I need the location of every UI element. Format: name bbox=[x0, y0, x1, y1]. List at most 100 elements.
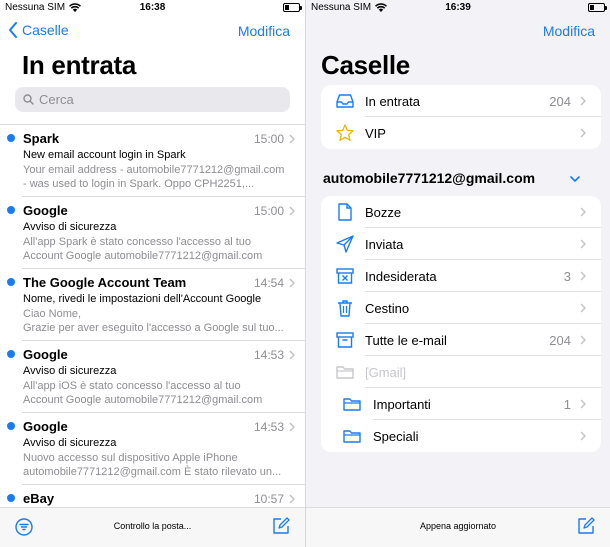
mailbox-label: In entrata bbox=[365, 94, 420, 109]
message-subject: New email account login in Spark bbox=[23, 149, 186, 161]
chevron-right-icon bbox=[580, 271, 586, 281]
bottom-toolbar: Appena aggiornato bbox=[306, 507, 610, 547]
message-preview-line: Account Google automobile7771212@gmail.c… bbox=[23, 250, 263, 262]
mailbox-row-important[interactable]: Importanti 1 bbox=[321, 388, 601, 420]
account-folders-group: Bozze Inviata Indesiderata 3 Cestino Tut… bbox=[321, 196, 601, 452]
mailbox-row-sent[interactable]: Inviata bbox=[321, 228, 601, 260]
search-icon bbox=[23, 94, 34, 105]
trash-icon bbox=[338, 300, 352, 317]
message-preview-line: All'app Spark è stato concesso l'accesso… bbox=[23, 236, 251, 248]
message-time: 14:53 bbox=[253, 420, 284, 434]
chevron-right-icon bbox=[289, 134, 295, 144]
mailbox-row-inbox[interactable]: In entrata 204 bbox=[321, 85, 601, 117]
mailbox-label: Speciali bbox=[373, 429, 419, 444]
search-bar[interactable] bbox=[15, 87, 290, 112]
inbox-icon bbox=[336, 94, 354, 108]
mailbox-row-junk[interactable]: Indesiderata 3 bbox=[321, 260, 601, 292]
unread-dot bbox=[7, 206, 15, 214]
mailbox-row-gmail-group: [Gmail] bbox=[321, 356, 601, 388]
chevron-right-icon bbox=[580, 303, 586, 313]
chevron-down-icon[interactable] bbox=[570, 176, 580, 183]
message-row-google-account-team[interactable]: The Google Account Team 14:54 Nome, rive… bbox=[7, 269, 305, 341]
page-title: Caselle bbox=[321, 50, 410, 80]
compose-icon[interactable] bbox=[577, 517, 595, 535]
message-preview-line: Ciao Nome, bbox=[23, 308, 82, 320]
chevron-left-icon bbox=[9, 22, 17, 38]
message-row-google[interactable]: Google 14:53 Avviso di sicurezza All'app… bbox=[7, 341, 305, 413]
archive-icon bbox=[336, 332, 354, 348]
message-row-google[interactable]: Google 15:00 Avviso di sicurezza All'app… bbox=[7, 197, 305, 269]
chevron-right-icon bbox=[580, 207, 586, 217]
mailbox-count: 3 bbox=[563, 269, 571, 284]
unread-dot bbox=[7, 494, 15, 502]
chevron-right-icon bbox=[289, 206, 295, 216]
mailbox-label: Indesiderata bbox=[365, 269, 437, 284]
favorites-group: In entrata 204 VIP bbox=[321, 85, 601, 149]
message-row-google[interactable]: Google 14:53 Avviso di sicurezza Nuovo a… bbox=[7, 413, 305, 485]
mailboxes-screen: Nessuna SIM 16:39 Modifica Caselle In en… bbox=[305, 0, 610, 547]
back-label: Caselle bbox=[22, 22, 69, 38]
message-time: 15:00 bbox=[253, 132, 284, 146]
message-time: 14:53 bbox=[253, 348, 284, 362]
chevron-right-icon bbox=[580, 399, 586, 409]
message-preview-line: Grazie per aver eseguito l'accesso a Goo… bbox=[23, 322, 284, 334]
unread-dot bbox=[7, 134, 15, 142]
mailbox-label: [Gmail] bbox=[365, 365, 407, 380]
message-list: Spark 15:00 New email account login in S… bbox=[0, 124, 305, 547]
battery-icon bbox=[588, 3, 607, 12]
message-sender: eBay bbox=[23, 491, 55, 506]
message-time: 15:00 bbox=[253, 204, 284, 218]
message-row-spark[interactable]: Spark 15:00 New email account login in S… bbox=[7, 125, 305, 197]
chevron-right-icon bbox=[289, 278, 295, 288]
mailbox-row-trash[interactable]: Cestino bbox=[321, 292, 601, 324]
message-subject: Avviso di sicurezza bbox=[23, 221, 117, 233]
chevron-right-icon bbox=[580, 239, 586, 249]
mailbox-row-all-mail[interactable]: Tutte le e-mail 204 bbox=[321, 324, 601, 356]
message-preview-line: All'app iOS è stato concesso l'accesso a… bbox=[23, 380, 241, 392]
unread-dot bbox=[7, 422, 15, 430]
message-sender: Google bbox=[23, 419, 68, 434]
edit-button[interactable]: Modifica bbox=[543, 23, 595, 39]
chevron-right-icon bbox=[580, 128, 586, 138]
chevron-right-icon bbox=[580, 431, 586, 441]
search-input[interactable] bbox=[39, 92, 269, 107]
battery-icon bbox=[283, 3, 302, 12]
mailbox-row-vip[interactable]: VIP bbox=[321, 117, 601, 149]
mailbox-label: Cestino bbox=[365, 301, 410, 316]
message-preview: Ciao Nome, Grazie per aver eseguito l'ac… bbox=[23, 307, 293, 335]
message-subject: Avviso di sicurezza bbox=[23, 437, 117, 449]
mailbox-row-drafts[interactable]: Bozze bbox=[321, 196, 601, 228]
message-time: 10:57 bbox=[253, 492, 284, 506]
edit-button[interactable]: Modifica bbox=[238, 23, 290, 39]
compose-icon[interactable] bbox=[272, 517, 290, 535]
message-preview: All'app iOS è stato concesso l'accesso a… bbox=[23, 379, 293, 407]
account-header[interactable]: automobile7771212@gmail.com bbox=[323, 170, 598, 186]
message-preview-line: Nuovo accesso sul dispositivo Apple iPho… bbox=[23, 452, 238, 464]
back-to-mailboxes-button[interactable]: Caselle bbox=[8, 22, 69, 38]
message-subject: Avviso di sicurezza bbox=[23, 365, 117, 377]
folder-icon bbox=[336, 366, 354, 379]
junk-icon bbox=[336, 268, 354, 284]
message-sender: Spark bbox=[23, 131, 60, 146]
inbox-screen: Nessuna SIM 16:38 Caselle Modifica In en… bbox=[0, 0, 305, 547]
chevron-right-icon bbox=[580, 96, 586, 106]
folder-icon bbox=[343, 430, 361, 443]
mailbox-count: 204 bbox=[549, 333, 571, 348]
mailbox-label: Bozze bbox=[365, 205, 402, 220]
status-bar: Nessuna SIM 16:39 bbox=[306, 0, 610, 16]
chevron-right-icon bbox=[289, 422, 295, 432]
message-preview: All'app Spark è stato concesso l'accesso… bbox=[23, 235, 293, 263]
folder-icon bbox=[343, 398, 361, 411]
message-preview-line: automobile7771212@gmail.com È stato rile… bbox=[23, 466, 282, 478]
message-preview-line: Your email address - automobile7771212@g… bbox=[23, 164, 285, 176]
message-preview: Nuovo accesso sul dispositivo Apple iPho… bbox=[23, 451, 293, 479]
message-subject: Nome, rivedi le impostazioni dell'Accoun… bbox=[23, 293, 262, 305]
mailbox-count: 204 bbox=[549, 94, 571, 109]
mailbox-label: Inviata bbox=[365, 237, 404, 252]
mailbox-row-starred[interactable]: Speciali bbox=[321, 420, 601, 452]
mailbox-count: 1 bbox=[563, 397, 571, 412]
status-bar: Nessuna SIM 16:38 bbox=[0, 0, 305, 16]
page-title: In entrata bbox=[22, 50, 137, 80]
message-sender: The Google Account Team bbox=[23, 275, 187, 290]
paper-plane-icon bbox=[336, 235, 354, 253]
